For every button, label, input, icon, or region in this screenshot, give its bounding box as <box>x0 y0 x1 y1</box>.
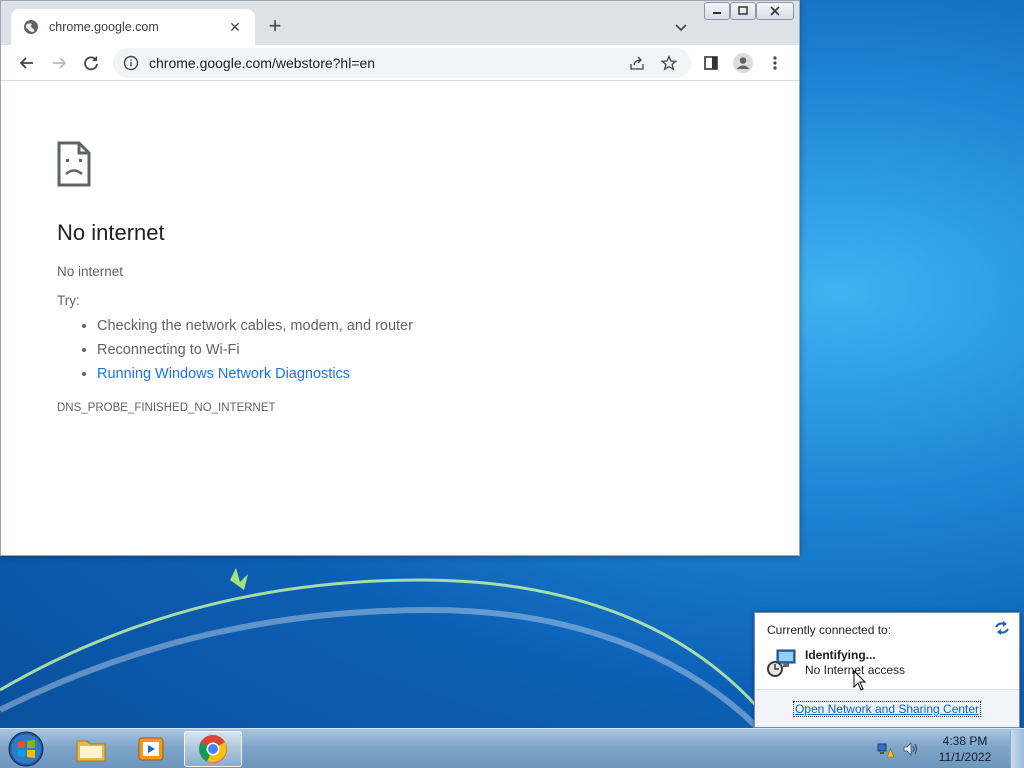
error-page: No internet No internet Try: Checking th… <box>57 141 757 414</box>
media-player-icon <box>138 737 164 761</box>
avatar-icon <box>733 53 753 73</box>
browser-tab[interactable]: chrome.google.com ✕ <box>11 9 255 45</box>
flyout-footer: Open Network and Sharing Center <box>755 689 1019 727</box>
network-name: Identifying... <box>805 648 876 662</box>
site-info-icon[interactable] <box>123 55 139 71</box>
error-code: DNS_PROBE_FINISHED_NO_INTERNET <box>57 402 276 414</box>
address-bar[interactable]: chrome.google.com/webstore?hl=en <box>113 48 691 78</box>
taskbar-chrome-button[interactable] <box>184 731 242 767</box>
side-panel-icon <box>704 56 718 70</box>
bookmark-star-icon[interactable] <box>659 53 679 73</box>
start-button[interactable] <box>6 730 46 768</box>
network-flyout: Currently connected to: Identifying... N… <box>754 612 1020 728</box>
system-clock[interactable]: 4:38 PM 11/1/2022 <box>928 733 1002 765</box>
restore-button[interactable] <box>730 2 756 20</box>
browser-toolbar: chrome.google.com/webstore?hl=en <box>1 45 799 81</box>
error-heading: No internet <box>57 220 165 245</box>
network-diagnostics-link[interactable]: Running Windows Network Diagnostics <box>97 366 350 382</box>
forward-button[interactable] <box>47 51 71 75</box>
clock-time: 4:38 PM <box>942 734 988 748</box>
desktop-wallpaper-swoosh <box>0 568 760 733</box>
flyout-header: Currently connected to: <box>767 623 892 637</box>
profile-button[interactable] <box>731 51 755 75</box>
try-label: Try: <box>57 293 80 308</box>
taskbar-media-player-button[interactable] <box>122 731 180 767</box>
side-panel-button[interactable] <box>699 51 723 75</box>
share-icon[interactable] <box>627 53 647 73</box>
globe-icon <box>24 20 38 34</box>
url-text[interactable]: chrome.google.com/webstore?hl=en <box>149 55 627 71</box>
volume-icon[interactable] <box>902 740 920 758</box>
clock-date: 11/1/2022 <box>938 750 992 764</box>
reload-button[interactable] <box>79 51 103 75</box>
back-button[interactable] <box>15 51 39 75</box>
chrome-window: chrome.google.com ✕ + chrome.google.com/… <box>0 0 800 556</box>
folder-icon <box>76 740 106 762</box>
suggestion-list: Checking the network cables, modem, and … <box>57 314 757 386</box>
reload-icon <box>84 56 98 71</box>
tab-title: chrome.google.com <box>49 20 159 34</box>
menu-button[interactable] <box>763 51 787 75</box>
network-sharing-center-link[interactable]: Open Network and Sharing Center <box>792 700 982 717</box>
close-window-button[interactable] <box>756 2 794 20</box>
new-tab-button[interactable]: + <box>263 15 287 39</box>
sad-page-icon <box>57 141 91 187</box>
refresh-icon[interactable] <box>993 620 1011 636</box>
minimize-button[interactable] <box>704 2 730 20</box>
mouse-cursor-icon <box>853 670 867 691</box>
taskbar-explorer-button[interactable] <box>62 731 120 767</box>
system-tray: 4:38 PM 11/1/2022 <box>876 729 1024 768</box>
suggestion-item: Checking the network cables, modem, and … <box>97 314 757 338</box>
suggestion-item: Running Windows Network Diagnostics <box>97 362 757 386</box>
network-computer-icon <box>767 649 796 677</box>
back-arrow-icon <box>19 57 33 69</box>
suggestion-item: Reconnecting to Wi-Fi <box>97 338 757 362</box>
chrome-icon <box>199 735 227 763</box>
kebab-menu-icon <box>773 56 777 70</box>
tab-close-icon[interactable]: ✕ <box>227 19 243 35</box>
tab-search-chevron-icon[interactable] <box>671 17 691 37</box>
forward-arrow-icon <box>53 57 67 69</box>
tab-strip: chrome.google.com ✕ + <box>1 1 799 45</box>
show-desktop-button[interactable] <box>1010 730 1024 768</box>
network-warning-icon[interactable] <box>876 740 894 758</box>
taskbar: 4:38 PM 11/1/2022 <box>0 728 1024 768</box>
error-subtitle: No internet <box>57 264 124 279</box>
